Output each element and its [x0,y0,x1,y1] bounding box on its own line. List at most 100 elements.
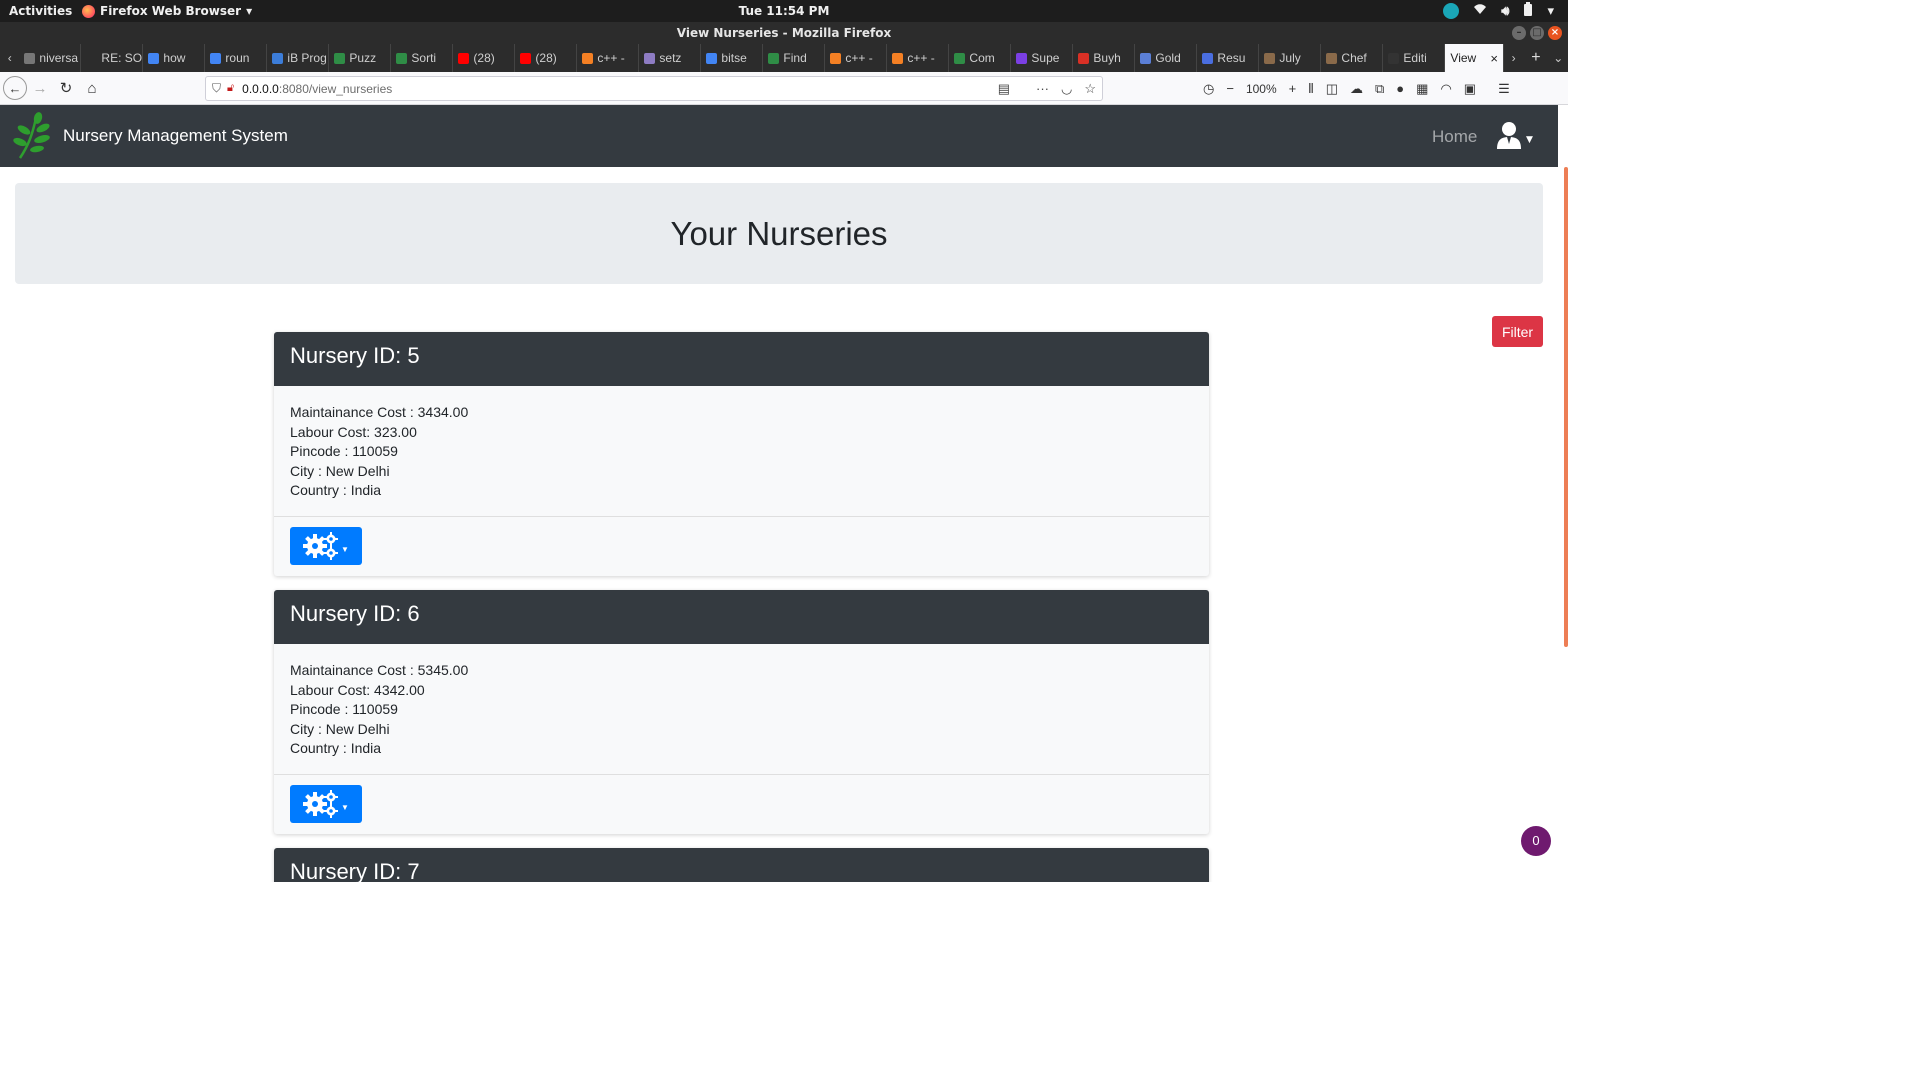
browser-tab[interactable]: setz [639,44,702,72]
back-icon[interactable]: ← [3,76,27,100]
maximize-icon[interactable]: □ [1530,26,1544,40]
browser-tab[interactable]: c++ - [825,44,888,72]
tab-label: Chef [1341,51,1367,65]
tab-label: c++ - [845,51,873,65]
tab-favicon-icon [954,52,966,64]
browser-tab[interactable]: c++ - [887,44,950,72]
tab-label: Puzz [349,51,377,65]
minimize-icon[interactable]: – [1512,26,1526,40]
tab-label: View [1450,51,1477,65]
filter-button[interactable]: Filter [1492,316,1543,347]
wifi-icon [1473,3,1487,19]
tab-favicon-icon [1140,52,1152,64]
tab-favicon-icon [334,52,346,64]
browser-tab[interactable]: Chef [1321,44,1384,72]
maintenance-cost: Maintainance Cost : 3434.00 [290,404,469,420]
browser-tab[interactable]: how [143,44,206,72]
extension-icon[interactable]: ◠ [1440,81,1451,97]
country: Country : India [290,482,382,499]
browser-tab[interactable]: (28) [453,44,516,72]
browser-tab[interactable]: (28) [515,44,578,72]
browser-tab[interactable]: RE: SOP [81,44,144,72]
reload-icon[interactable]: ↻ [53,75,79,101]
close-icon[interactable]: × [1548,26,1562,40]
library-icon[interactable]: ⫴ [1308,81,1313,97]
browser-tab[interactable]: Puzz [329,44,392,72]
apps-grid-icon[interactable]: ▦ [1416,81,1428,97]
tab-label: July [1279,51,1301,65]
page-title: Your Nurseries [670,214,888,252]
nursery-card: Nursery ID: 6 Maintainance Cost : 5345.0… [274,590,1209,834]
extension-icon[interactable]: ▣ [1464,81,1476,97]
browser-tab[interactable]: July [1259,44,1322,72]
tab-label: how [163,51,186,65]
tab-label: Supe [1031,51,1060,65]
browser-tab[interactable]: Supe [1011,44,1074,72]
browser-tab[interactable]: Gold [1135,44,1198,72]
browser-tab[interactable]: Buyh [1073,44,1136,72]
scroll-tabs-left-icon[interactable]: ‹ [0,51,19,65]
tab-favicon-icon [706,52,718,64]
settings-dropdown-button[interactable]: ▼ [290,785,362,823]
page-content: Nursery Management System Home ▼ Your Nu… [0,105,1568,882]
user-icon [1497,122,1521,149]
history-icon[interactable]: ◷ [1203,81,1214,97]
nav-home-link[interactable]: Home [1432,127,1477,147]
browser-tab[interactable]: bitse [701,44,764,72]
nursery-card-footer: ▼ [274,775,1209,834]
bookmark-star-icon[interactable]: ☆ [1084,81,1096,97]
address-bar[interactable]: ⛉ 🔓︎ 0.0.0.0:8080/view_nurseries ▤ ··· ◡… [205,76,1103,101]
maintenance-cost: Maintainance Cost : 5345.00 [290,662,469,678]
browser-tab[interactable]: Resu [1197,44,1260,72]
scrollbar-thumb[interactable] [1564,167,1568,647]
list-all-tabs-icon[interactable]: ⌄ [1549,51,1568,65]
reader-view-icon[interactable]: ▤ [998,81,1010,97]
browser-tab[interactable]: iB Prog [267,44,330,72]
browser-tab[interactable]: Sorti [391,44,454,72]
browser-tab[interactable]: c++ - [577,44,640,72]
tab-favicon-icon [24,52,36,64]
chevron-down-icon: ▾ [1547,3,1554,19]
zoom-out-icon[interactable]: − [1226,81,1234,96]
clock[interactable]: Tue 11:54 PM [0,4,1568,18]
sidebar-icon[interactable]: ◫ [1326,81,1338,97]
page-actions-icon[interactable]: ··· [1036,81,1049,97]
system-tray[interactable]: 🔊︎ ▾ [1443,2,1554,20]
new-tab-icon[interactable]: + [1523,49,1548,67]
insecure-lock-icon[interactable]: 🔓︎ [227,82,234,95]
sync-icon [1443,3,1460,19]
notification-badge[interactable]: 0 [1521,826,1551,856]
nursery-card-details: Maintainance Cost : 3434.00 Labour Cost:… [274,386,1209,517]
browser-tab[interactable]: roun [205,44,268,72]
browser-tab[interactable]: niversa [19,44,82,72]
menu-icon[interactable]: ☰ [1498,81,1510,97]
extension-icon[interactable]: ☁ [1350,81,1363,97]
tab-favicon-icon [1078,52,1090,64]
tab-favicon-icon [582,52,594,64]
close-tab-icon[interactable]: × [1490,51,1498,66]
zoom-level[interactable]: 100% [1246,82,1277,96]
scroll-tabs-right-icon[interactable]: › [1504,51,1523,65]
user-menu-button[interactable]: ▼ [1496,121,1533,149]
home-icon[interactable]: ⌂ [79,75,105,101]
browser-tab[interactable]: Editi [1383,44,1446,72]
account-icon[interactable]: ● [1396,81,1404,96]
tab-label: Sorti [411,51,437,65]
brand[interactable]: Nursery Management System [12,112,288,160]
extension-icon[interactable]: ⧉ [1375,81,1384,97]
zoom-in-icon[interactable]: + [1289,81,1297,96]
tracking-protection-icon[interactable]: ⛉ [212,81,221,96]
pincode: Pincode : 110059 [290,701,398,718]
chevron-down-icon: ▼ [1526,135,1533,145]
browser-tab[interactable]: Com [949,44,1012,72]
tab-active[interactable]: View × [1445,44,1504,72]
settings-dropdown-button[interactable]: ▼ [290,527,362,565]
browser-tab[interactable]: Find [763,44,826,72]
tab-label: setz [659,51,682,65]
scrollbar[interactable] [1562,105,1568,882]
tab-label: Find [783,51,807,65]
gears-icon [303,790,339,818]
pocket-icon[interactable]: ◡ [1061,81,1072,97]
url-text[interactable]: 0.0.0.0:8080/view_nurseries [242,82,392,96]
forward-icon[interactable]: → [27,75,53,101]
